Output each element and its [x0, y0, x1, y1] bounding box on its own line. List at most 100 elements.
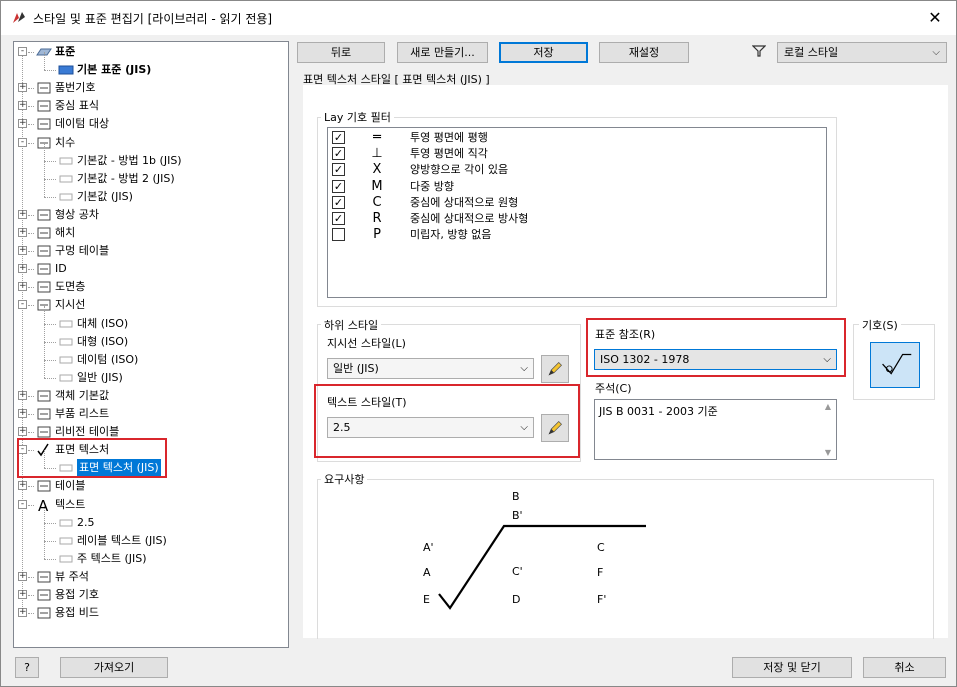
expand-icon[interactable]: + [18, 101, 27, 111]
tree-item[interactable]: + 품번기호 [14, 79, 284, 97]
style-tree[interactable]: - 표준 기본 표준 (JIS) + 품번기호 + 중심 표식 + 데이텀 대상 - 치수 기본값 -… [13, 41, 289, 648]
tree-item[interactable]: - 지시선 [14, 296, 284, 314]
tree-item[interactable]: + 뷰 주석 [14, 568, 284, 586]
collapse-icon[interactable]: - [18, 300, 27, 310]
tree-item[interactable]: 대체 (ISO) [14, 305, 284, 333]
save-and-close-button[interactable]: 저장 및 닫기 [732, 657, 852, 678]
lay-checkbox[interactable]: ✓ [332, 212, 345, 225]
help-button[interactable]: ? [15, 657, 39, 678]
tree-item[interactable]: + 구멍 테이블 [14, 242, 284, 260]
parts-list-icon [36, 406, 52, 422]
collapse-icon[interactable]: - [18, 499, 27, 509]
notes-scrollbar[interactable]: ▲ ▼ [822, 402, 834, 457]
leader-style-select[interactable]: 일반 (JIS) ⌵ [327, 358, 534, 379]
tree-item[interactable]: 레이블 텍스트 (JIS) [14, 522, 284, 550]
new-button[interactable]: 새로 만들기... [397, 42, 488, 63]
tree-item[interactable]: 2.5 [14, 504, 284, 532]
tree-branch-line [44, 341, 56, 343]
tree-item[interactable]: - A 텍스트 [14, 496, 284, 515]
close-button[interactable]: ✕ [922, 5, 948, 31]
style-filter-dropdown[interactable]: 로컬 스타일 ⌵ [777, 42, 947, 63]
collapse-icon[interactable]: - [18, 47, 27, 56]
expand-icon[interactable]: + [18, 83, 27, 93]
expand-icon[interactable]: + [18, 282, 27, 292]
tree-item[interactable]: + ID [14, 260, 284, 278]
datum-target-icon [36, 116, 52, 132]
tree-item[interactable]: + 용접 기호 [14, 586, 284, 604]
tree-item[interactable]: + 객체 기본값 [14, 387, 284, 405]
tree-item-label: 텍스트 [55, 497, 86, 511]
id-icon [36, 261, 52, 277]
notes-label: 주석(C) [595, 382, 632, 395]
lay-checkbox[interactable] [332, 228, 345, 242]
expand-icon[interactable]: + [18, 390, 27, 400]
tree-item[interactable]: 주 텍스트 (JIS) [14, 540, 284, 568]
tree-item[interactable]: + 부품 리스트 [14, 405, 284, 423]
tree-item-label: 형상 공차 [55, 207, 99, 221]
tree-item-label: 데이텀 대상 [55, 117, 110, 131]
tree-item[interactable]: - 표준 [14, 43, 284, 61]
notes-field[interactable]: JIS B 0031 - 2003 기준 ▲ ▼ [594, 399, 837, 460]
expand-icon[interactable]: + [18, 209, 27, 219]
lay-filter-row[interactable]: ✓ M 다중 방향 [328, 179, 818, 195]
tree-item[interactable]: + 테이블 [14, 477, 284, 495]
tree-item[interactable]: + 용접 비드 [14, 604, 284, 622]
tree-item[interactable]: + 도면층 [14, 278, 284, 296]
tree-item[interactable]: 대형 (ISO) [14, 323, 284, 351]
lay-checkbox[interactable]: ✓ [332, 163, 345, 177]
tree-item[interactable]: 기본 표준 (JIS) [14, 52, 284, 79]
tree-item[interactable]: 기본값 - 방법 1b (JIS) [14, 142, 284, 170]
expand-icon[interactable]: + [18, 481, 27, 491]
text-style-label: 텍스트 스타일(T) [327, 396, 407, 409]
reset-button[interactable]: 재설정 [599, 42, 689, 63]
tree-item[interactable]: + 중심 표식 [14, 97, 284, 115]
tree-item[interactable]: 일반 (JIS) [14, 359, 284, 387]
lay-filter-row[interactable]: P 미립자, 방향 없음 [328, 227, 818, 243]
lay-filter-list[interactable]: ✓ ═ 투영 평면에 평행 ✓ ⊥ 투영 평면에 직각 ✓ X 양방향으로 각이 있음 ✓ M 다중 … [327, 127, 827, 298]
expand-icon[interactable]: + [18, 409, 27, 418]
expand-icon[interactable]: + [18, 246, 27, 256]
lay-filter-row[interactable]: ✓ X 양방향으로 각이 있음 [328, 162, 818, 178]
import-button[interactable]: 가져오기 [60, 657, 168, 678]
lay-checkbox[interactable]: ✓ [332, 179, 345, 193]
edit-text-style-button[interactable] [541, 414, 569, 442]
text-style-select[interactable]: 2.5 ⌵ [327, 417, 534, 438]
weld-symbol-icon [36, 587, 52, 603]
tree-item[interactable]: + 형상 공차 [14, 206, 284, 224]
collapse-icon[interactable]: - [18, 137, 27, 147]
tree-item[interactable]: - 치수 [14, 134, 284, 152]
lay-checkbox[interactable]: ✓ [332, 195, 345, 209]
expand-icon[interactable]: + [18, 590, 27, 599]
tree-item[interactable]: + 데이텀 대상 [14, 115, 284, 133]
lay-checkbox[interactable]: ✓ [332, 131, 345, 144]
cancel-button[interactable]: 취소 [863, 657, 946, 678]
standard-ref-select[interactable]: ISO 1302 - 1978 ⌵ [594, 349, 837, 370]
style-icon [58, 316, 74, 332]
expand-icon[interactable]: + [18, 264, 27, 274]
tree-item-label: 부품 리스트 [55, 407, 110, 420]
save-button[interactable]: 저장 [499, 42, 588, 63]
lay-filter-row[interactable]: ✓ ⊥ 투영 평면에 직각 [328, 146, 818, 162]
tree-item-label: 테이블 [55, 479, 86, 493]
lay-filter-row[interactable]: ✓ R 중심에 상대적으로 방사형 [328, 211, 818, 227]
lay-checkbox[interactable]: ✓ [332, 147, 345, 161]
back-button[interactable]: 뒤로 [297, 42, 385, 63]
expand-icon[interactable]: + [18, 427, 27, 437]
tree-branch-line [44, 52, 45, 71]
tree-item[interactable]: + 해치 [14, 224, 284, 242]
tree-item[interactable]: 기본값 (JIS) [14, 178, 284, 206]
surface-symbol-button[interactable] [870, 342, 920, 388]
expand-icon[interactable]: + [18, 608, 27, 618]
expand-icon[interactable]: + [18, 228, 27, 237]
lay-filter-row[interactable]: ✓ C 중심에 상대적으로 원형 [328, 195, 818, 211]
tree-item[interactable]: 기본값 - 방법 2 (JIS) [14, 160, 284, 188]
edit-leader-style-button[interactable] [541, 355, 569, 383]
expand-icon[interactable]: + [18, 119, 27, 129]
expand-icon[interactable]: + [18, 571, 27, 581]
tree-branch-line [44, 305, 45, 324]
req-label-e: E [423, 593, 430, 606]
tree-item[interactable]: 데이텀 (ISO) [14, 341, 284, 369]
lay-filter-row[interactable]: ✓ ═ 투영 평면에 평행 [328, 130, 818, 146]
chevron-down-icon: ⌵ [520, 363, 528, 374]
style-icon [58, 334, 74, 350]
